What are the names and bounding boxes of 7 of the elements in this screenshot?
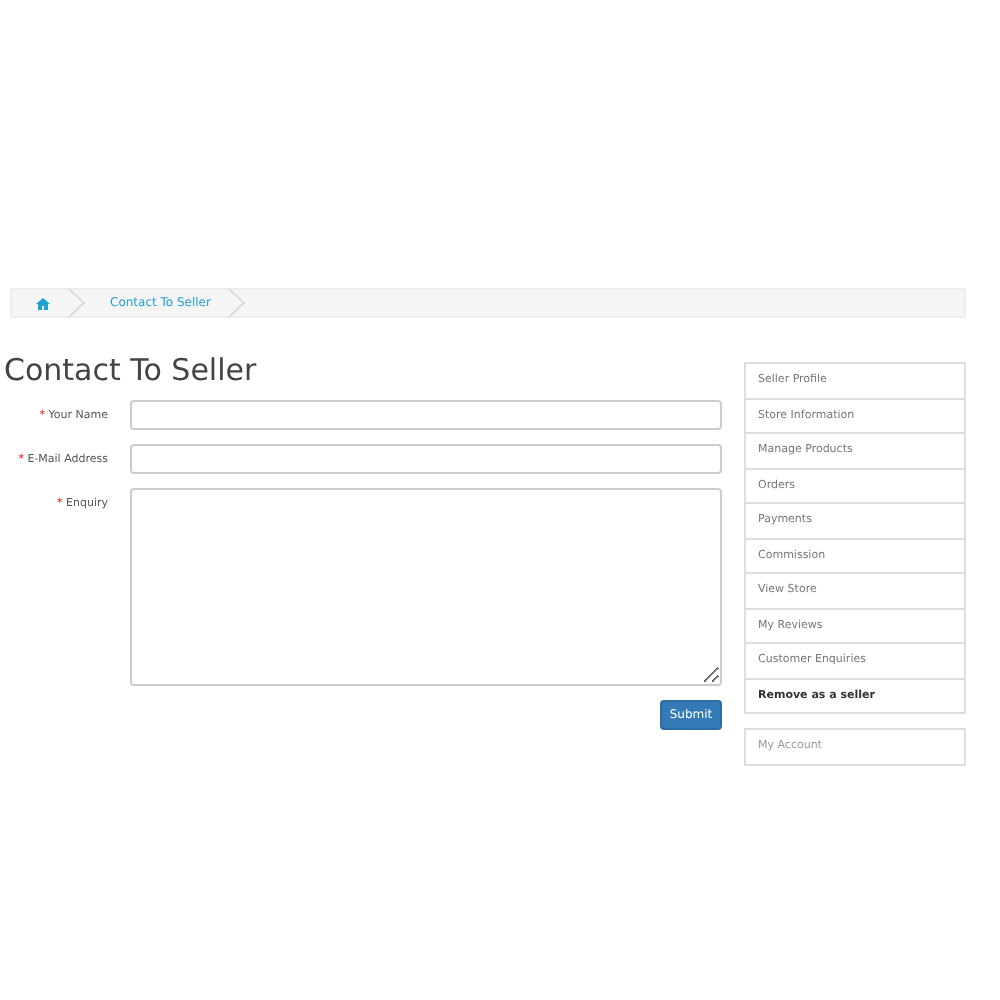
page-title: Contact To Seller — [4, 352, 259, 388]
chevron-separator-icon — [226, 288, 247, 318]
input-field[interactable] — [130, 444, 722, 474]
input-field[interactable] — [130, 400, 722, 430]
chevron-separator-icon — [66, 288, 86, 318]
enquiry-field[interactable] — [130, 488, 722, 686]
home-icon[interactable] — [36, 297, 50, 309]
